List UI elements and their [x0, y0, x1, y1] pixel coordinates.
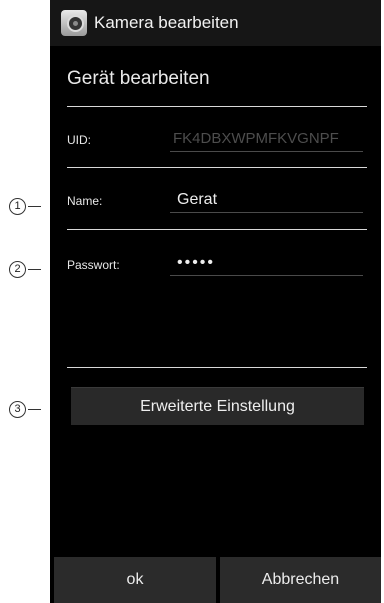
- callout-2: 2: [9, 261, 41, 278]
- callout-line: [28, 269, 41, 270]
- advanced-settings-button[interactable]: Erweiterte Einstellung: [71, 387, 364, 425]
- callout-3: 3: [9, 401, 41, 418]
- callout-line: [28, 206, 41, 207]
- callout-number: 1: [9, 198, 26, 215]
- callout-number: 3: [9, 401, 26, 418]
- cancel-button[interactable]: Abbrechen: [220, 557, 381, 603]
- password-field[interactable]: •••••: [170, 252, 363, 276]
- uid-label: UID:: [67, 133, 91, 147]
- name-divider: [67, 229, 367, 230]
- title-divider: [67, 106, 367, 107]
- callout-number: 2: [9, 261, 26, 278]
- name-field[interactable]: Gerat: [170, 189, 363, 213]
- window-title: Kamera bearbeiten: [94, 13, 239, 32]
- callout-line: [28, 409, 41, 410]
- section-divider: [67, 367, 367, 368]
- uid-divider: [67, 167, 367, 168]
- callout-1: 1: [9, 198, 41, 215]
- phone-screen: Kamera bearbeiten Gerät bearbeiten UID: …: [50, 0, 381, 603]
- uid-field: FK4DBXWPMFKVGNPF: [170, 128, 363, 152]
- password-label: Passwort:: [67, 258, 120, 272]
- name-label: Name:: [67, 194, 103, 208]
- camera-app-icon: [61, 10, 87, 36]
- camera-lens-icon: [67, 15, 84, 32]
- title-bar: Kamera bearbeiten: [50, 0, 381, 46]
- dialog-title: Gerät bearbeiten: [67, 68, 210, 89]
- ok-button[interactable]: ok: [54, 557, 216, 603]
